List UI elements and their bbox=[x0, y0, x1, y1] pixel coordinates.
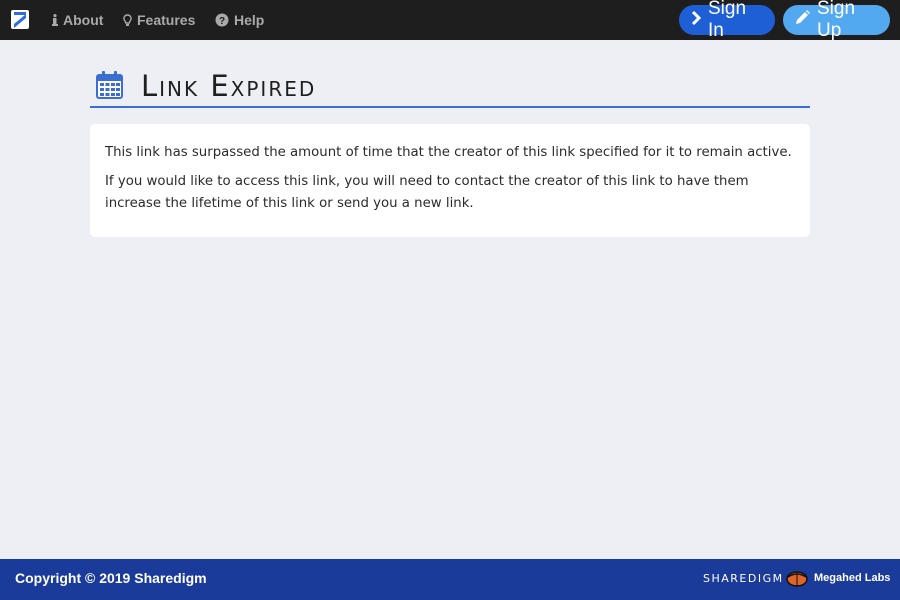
sharedigm-brand-link[interactable]: SHAREDIGM bbox=[703, 572, 784, 585]
page-header: Link Expired bbox=[90, 66, 810, 108]
question-circle-icon: ? bbox=[215, 13, 229, 27]
nav-features[interactable]: Features bbox=[123, 0, 195, 40]
calendar-icon bbox=[96, 71, 123, 99]
page-title: Link Expired bbox=[141, 69, 317, 103]
nav-help-label: Help bbox=[234, 12, 265, 28]
message-card: This link has surpassed the amount of ti… bbox=[90, 124, 810, 237]
info-icon bbox=[52, 14, 58, 26]
sign-up-label: Sign Up bbox=[817, 0, 856, 41]
lightbulb-icon bbox=[123, 13, 132, 27]
sign-in-label: Sign In bbox=[708, 0, 747, 41]
nav-features-label: Features bbox=[137, 12, 196, 28]
footer: Copyright © 2019 Sharedigm SHAREDIGM Meg… bbox=[0, 559, 900, 600]
nav-about-label: About bbox=[63, 12, 104, 28]
svg-text:?: ? bbox=[219, 16, 225, 27]
megahed-labs-link[interactable]: Megahed Labs bbox=[814, 572, 890, 584]
sign-in-button[interactable]: Sign In bbox=[679, 0, 775, 41]
pencil-icon bbox=[795, 9, 810, 31]
message-paragraph: This link has surpassed the amount of ti… bbox=[105, 145, 792, 160]
megahed-labs-logo-icon[interactable] bbox=[785, 569, 809, 587]
sharedigm-logo-icon[interactable] bbox=[11, 10, 29, 29]
chevron-right-icon bbox=[691, 9, 702, 31]
top-navbar: About Features ? Help Sign In Sign Up bbox=[0, 0, 900, 41]
message-paragraph: If you would like to access this link, y… bbox=[105, 174, 749, 211]
nav-help[interactable]: ? Help bbox=[215, 0, 264, 40]
sign-up-button[interactable]: Sign Up bbox=[783, 0, 890, 41]
nav-about[interactable]: About bbox=[52, 0, 103, 40]
copyright-text: Copyright © 2019 Sharedigm bbox=[15, 570, 207, 586]
